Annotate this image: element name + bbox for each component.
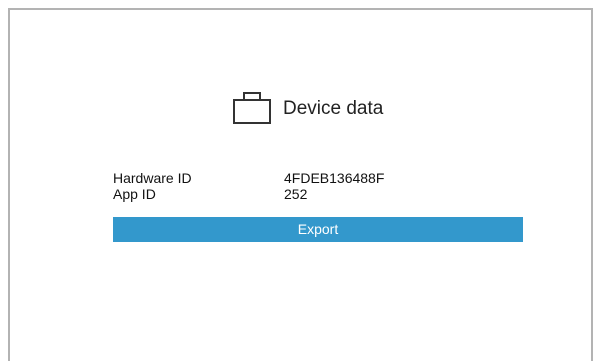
export-button[interactable]: Export [113, 217, 523, 242]
info-row-app-id: App ID 252 [113, 186, 384, 202]
panel-title: Device data [283, 97, 384, 119]
app-id-label: App ID [113, 186, 156, 202]
info-row-hardware-id: Hardware ID 4FDEB136488F [113, 170, 384, 186]
panel-header: Device data [232, 90, 383, 126]
app-id-value: 252 [284, 186, 308, 202]
hardware-id-label: Hardware ID [113, 170, 192, 186]
device-info-list: Hardware ID 4FDEB136488F App ID 252 [113, 170, 384, 202]
briefcase-icon [232, 91, 272, 125]
hardware-id-value: 4FDEB136488F [284, 170, 385, 186]
device-data-screen: Device data Hardware ID 4FDEB136488F App… [0, 0, 595, 361]
